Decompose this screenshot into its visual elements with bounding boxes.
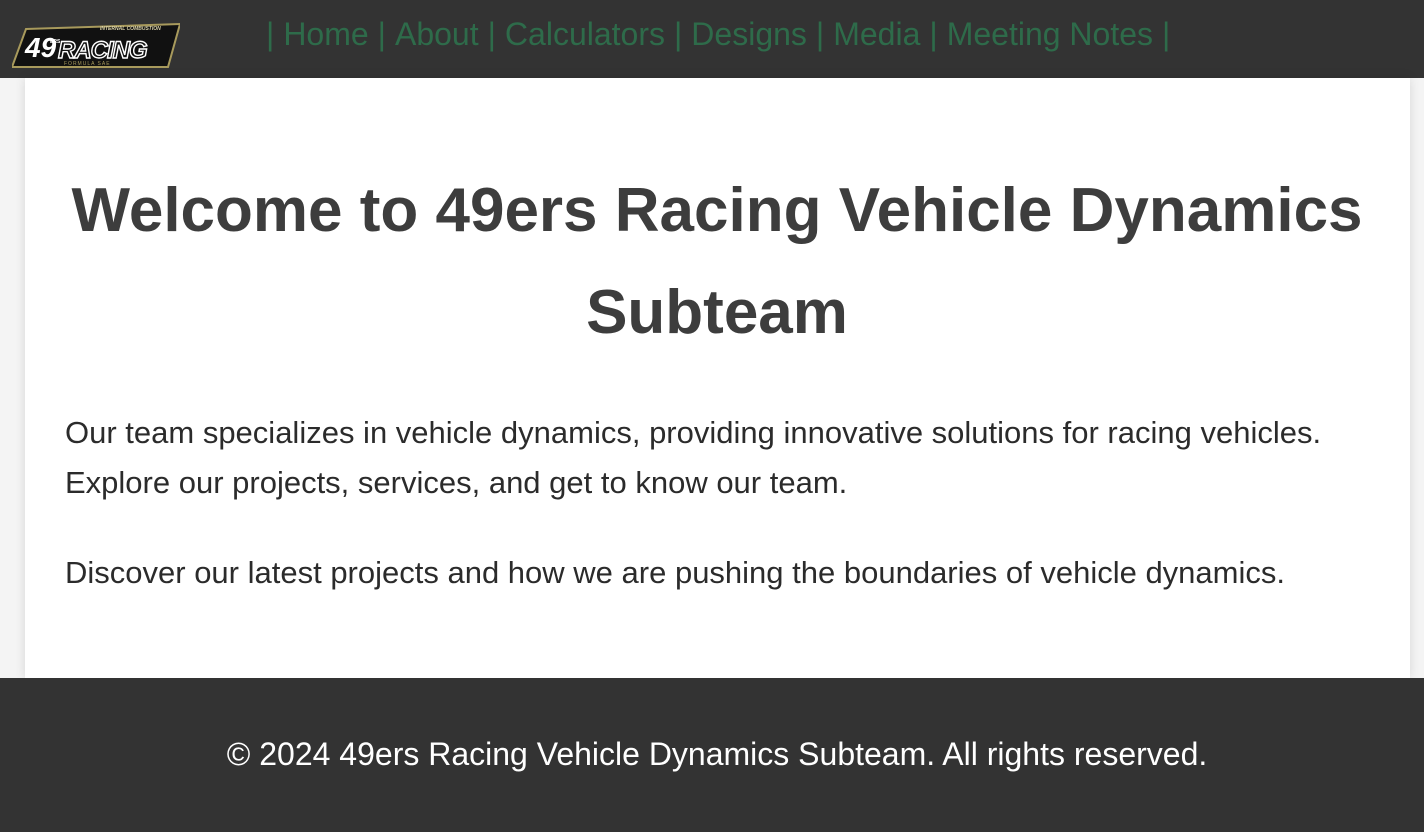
page-title: Welcome to 49ers Racing Vehicle Dynamics… [71, 176, 1363, 347]
site-header: INTERNAL COMBUSTION 49 ERS RACING FORMUL… [0, 0, 1424, 78]
nav-link-home[interactable]: Home [283, 16, 368, 53]
nav-link-calculators[interactable]: Calculators [505, 16, 665, 53]
projects-paragraph: Discover our latest projects and how we … [65, 555, 1285, 590]
nav-separator: | [929, 15, 938, 52]
footer-copyright: © 2024 49ers Racing Vehicle Dynamics Sub… [226, 736, 1208, 772]
nav-separator: | [266, 15, 275, 52]
intro-paragraph: Our team specializes in vehicle dynamics… [65, 415, 1322, 500]
nav-separator: | [815, 15, 825, 52]
nav-separator: | [377, 15, 386, 52]
nav-separator: | [1162, 15, 1171, 52]
logo-word: RACING [58, 37, 147, 64]
nav-link-meeting-notes[interactable]: Meeting Notes [947, 16, 1153, 53]
nav-link-designs[interactable]: Designs [691, 16, 807, 53]
nav-link-about[interactable]: About [395, 16, 479, 53]
logo[interactable]: INTERNAL COMBUSTION 49 ERS RACING FORMUL… [12, 21, 180, 69]
logo-tagline-top: INTERNAL COMBUSTION [100, 26, 161, 32]
main-nav: | Home | About | Calculators | Designs |… [266, 14, 1179, 54]
logo-tagline-bottom: FORMULA SAE [64, 61, 111, 67]
nav-separator: | [673, 15, 683, 52]
nav-link-media[interactable]: Media [833, 16, 920, 53]
logo-number: 49 [24, 32, 57, 63]
nav-separator: | [487, 15, 496, 52]
